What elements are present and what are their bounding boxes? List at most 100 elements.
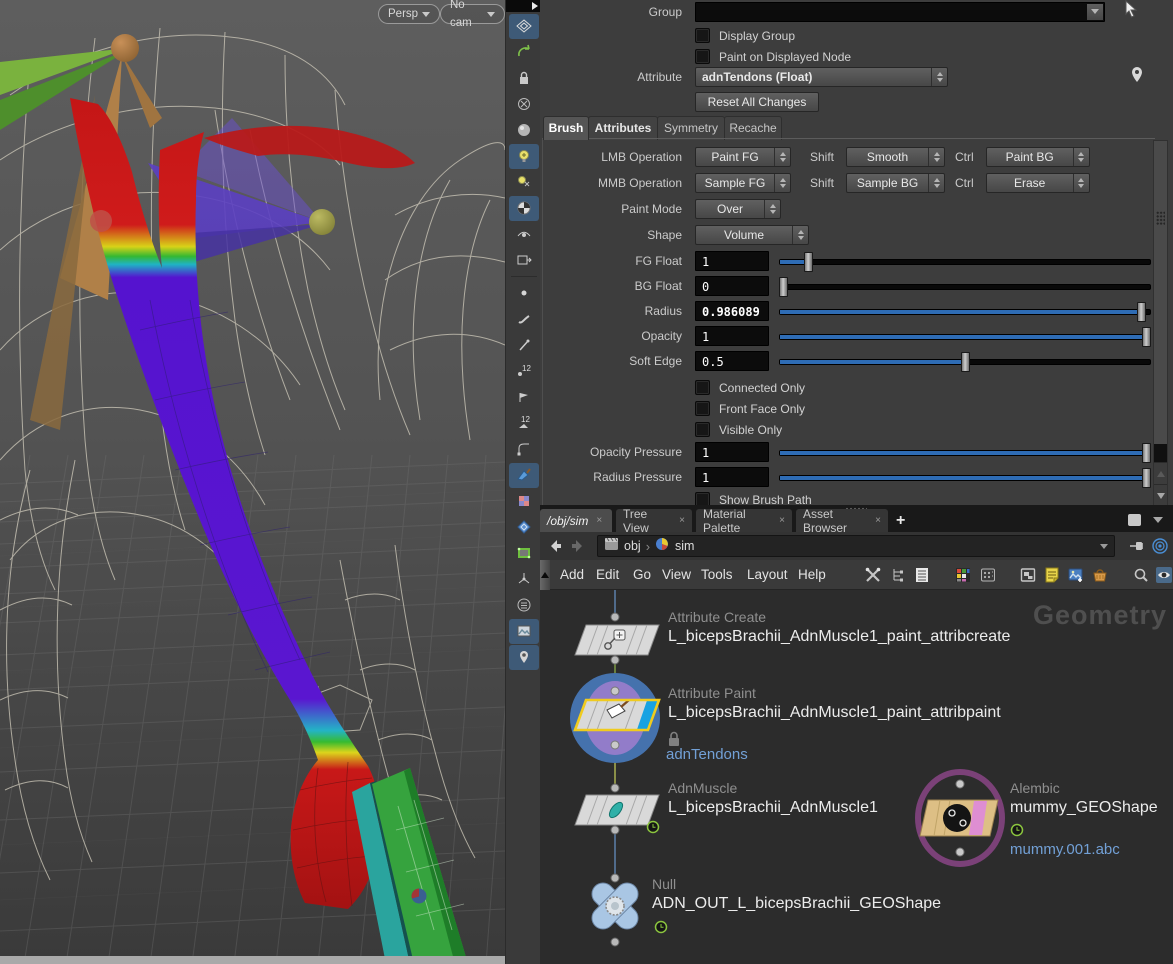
camera-menu[interactable]: No cam	[440, 4, 505, 24]
shaded-bulb-icon[interactable]	[509, 144, 539, 169]
pin-pane-icon[interactable]	[1128, 537, 1146, 560]
list-icon[interactable]	[913, 566, 931, 584]
tab-brush[interactable]: Brush	[543, 116, 589, 140]
slider-handle[interactable]	[1142, 468, 1151, 488]
close-icon[interactable]: ×	[779, 515, 785, 526]
wind-icon[interactable]	[509, 567, 539, 592]
visible-only-checkbox[interactable]	[695, 422, 710, 437]
forward-button[interactable]	[569, 537, 587, 560]
uv-checker-icon[interactable]	[509, 489, 539, 514]
slider-handle[interactable]	[1142, 443, 1151, 463]
persp-view-menu[interactable]: Persp	[378, 4, 440, 24]
opacity-pressure-slider[interactable]	[779, 442, 1151, 462]
show-brush-path-checkbox[interactable]	[695, 492, 710, 505]
close-icon[interactable]: ×	[596, 515, 602, 526]
slider-handle[interactable]	[1142, 327, 1151, 347]
point-numbers-icon[interactable]: 12	[509, 359, 539, 384]
circle-menu-icon[interactable]	[509, 593, 539, 618]
front-face-only-checkbox[interactable]	[695, 401, 710, 416]
material-sphere-icon[interactable]	[509, 196, 539, 221]
view-manipulate-icon[interactable]	[509, 222, 539, 247]
fg-float-slider[interactable]	[779, 251, 1151, 271]
close-icon[interactable]: ×	[679, 515, 685, 526]
follow-focus-icon[interactable]	[1151, 537, 1169, 560]
joint-sphere-red[interactable]	[90, 210, 112, 232]
color-grid-icon[interactable]	[954, 566, 972, 584]
slider-handle[interactable]	[804, 252, 813, 272]
new-tab-button[interactable]: +	[896, 509, 905, 532]
shape-dropdown[interactable]: Volume	[695, 225, 809, 245]
menu-add[interactable]: Add	[560, 560, 584, 590]
opacity-slider[interactable]	[779, 326, 1151, 346]
toolbar-expand-button[interactable]	[506, 0, 541, 12]
node-name-label[interactable]: L_bicepsBrachii_AdnMuscle1	[668, 799, 878, 817]
tab-symmetry[interactable]: Symmetry	[657, 116, 725, 140]
sphere-display-icon[interactable]	[509, 118, 539, 143]
input-connector[interactable]	[611, 784, 619, 792]
reset-all-changes-button[interactable]: Reset All Changes	[695, 92, 819, 112]
node-adnmuscle[interactable]	[575, 784, 659, 834]
menu-go[interactable]: Go	[633, 560, 651, 590]
scrollbar-grip-icon[interactable]	[1156, 211, 1165, 225]
radius-slider[interactable]	[779, 301, 1151, 321]
node-attribpaint[interactable]	[570, 673, 660, 763]
input-connector[interactable]	[611, 613, 619, 621]
group-input[interactable]	[695, 2, 1105, 22]
menu-view[interactable]: View	[662, 560, 691, 590]
needle-icon[interactable]	[509, 333, 539, 358]
group-dropdown-button[interactable]	[1087, 4, 1103, 20]
basket-icon[interactable]	[1091, 566, 1109, 584]
node-alembic[interactable]	[918, 772, 1002, 864]
paint-mode-dropdown[interactable]: Over	[695, 199, 781, 219]
breadcrumb-obj[interactable]: obj	[624, 539, 641, 553]
mmb-ctrl-dropdown[interactable]: Erase	[986, 173, 1090, 193]
bg-float-slider[interactable]	[779, 276, 1151, 296]
grid-dots-icon[interactable]	[979, 566, 997, 584]
snapshot-icon[interactable]	[509, 248, 539, 273]
node-name-label[interactable]: L_bicepsBrachii_AdnMuscle1_paint_attribc…	[668, 628, 1010, 646]
tab-recache[interactable]: Recache	[724, 116, 782, 140]
input-connector[interactable]	[611, 687, 619, 695]
mmb-shift-dropdown[interactable]: Sample BG	[846, 173, 945, 193]
node-null[interactable]	[587, 874, 642, 946]
lmb-ctrl-dropdown[interactable]: Paint BG	[986, 147, 1090, 167]
opacity-pressure-input[interactable]: 1	[695, 442, 769, 462]
search-icon[interactable]	[1132, 566, 1150, 584]
menu-layout[interactable]: Layout	[747, 560, 788, 590]
no-selection-icon[interactable]	[509, 92, 539, 117]
tab-tree-view[interactable]: Tree View×	[616, 509, 692, 532]
normals-flag-icon[interactable]	[509, 385, 539, 410]
joint-sphere-brown[interactable]	[111, 34, 139, 62]
prim-numbers-icon[interactable]: 12	[509, 411, 539, 436]
scroll-up-button[interactable]	[1154, 462, 1167, 484]
attribute-dropdown[interactable]: adnTendons (Float)	[695, 67, 948, 87]
output-connector[interactable]	[611, 741, 619, 749]
network-editor[interactable]: Geometry	[540, 590, 1173, 964]
breadcrumb-sim[interactable]: sim	[675, 539, 694, 553]
bg-float-input[interactable]: 0	[695, 276, 769, 296]
output-connector[interactable]	[611, 938, 619, 946]
connected-only-checkbox[interactable]	[695, 380, 710, 395]
paint-on-displayed-checkbox[interactable]	[695, 49, 710, 64]
scroll-down-button[interactable]	[1154, 484, 1167, 505]
brush-stroke-icon[interactable]	[509, 307, 539, 332]
points-display-icon[interactable]	[509, 281, 539, 306]
joint-sphere-olive[interactable]	[309, 209, 335, 235]
radius-pressure-slider[interactable]	[779, 467, 1151, 487]
paint-tool-icon[interactable]	[509, 463, 539, 488]
pane-maximize-icon[interactable]	[1128, 514, 1141, 526]
curve-handle-icon[interactable]	[509, 437, 539, 462]
node-attribute-link[interactable]: adnTendons	[666, 746, 748, 763]
tab-material-palette[interactable]: Material Palette×	[696, 509, 792, 532]
node-name-label[interactable]: mummy_GEOShape	[1010, 799, 1158, 817]
tab-attributes[interactable]: Attributes	[588, 116, 658, 140]
tab-asset-browser[interactable]: Asset Browser×	[796, 509, 888, 532]
fg-float-input[interactable]: 1	[695, 251, 769, 271]
eye-icon[interactable]	[1155, 566, 1173, 584]
lmb-primary-dropdown[interactable]: Paint FG	[695, 147, 791, 167]
slider-handle[interactable]	[961, 352, 970, 372]
tree-icon[interactable]	[889, 566, 907, 584]
light-pin-icon[interactable]	[509, 170, 539, 195]
group-box-icon[interactable]	[509, 541, 539, 566]
soft-edge-slider[interactable]	[779, 351, 1151, 371]
